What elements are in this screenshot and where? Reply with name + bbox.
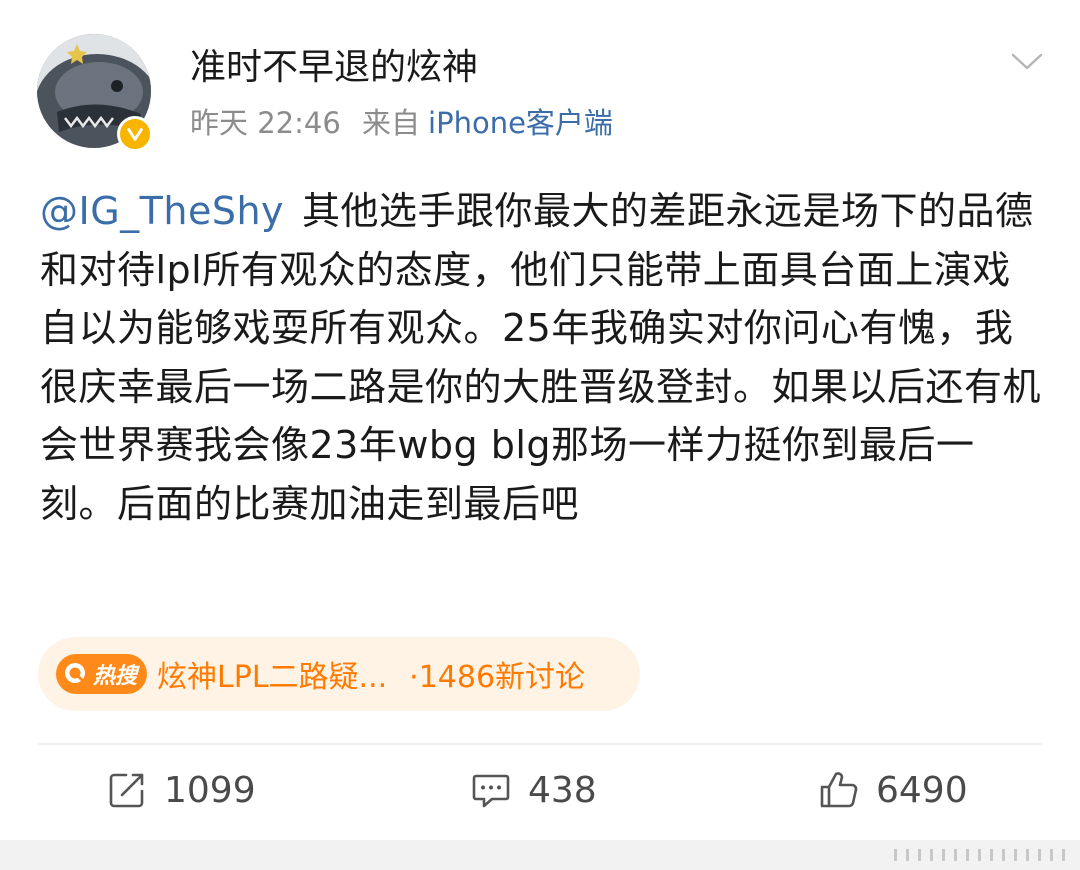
like-count: 6490 [876, 769, 968, 811]
post-text: 其他选手跟你最大的差距永远是场下的品德和对待lpl所有观众的态度，他们只能带上面… [40, 189, 1042, 526]
comment-icon [472, 774, 510, 808]
hot-search-badge-label: 热搜 [93, 664, 138, 689]
divider [38, 743, 1042, 745]
like-button[interactable]: 6490 [818, 765, 968, 815]
hot-search-count: ·1486新讨论 [409, 660, 586, 695]
post-time: 昨天 22:46 [190, 106, 341, 140]
thumbs-up-icon [820, 772, 858, 808]
chevron-down-icon [1011, 53, 1043, 70]
verified-badge-icon [117, 116, 153, 152]
repost-icon [109, 773, 144, 808]
post-source[interactable]: iPhone客户端 [428, 106, 613, 140]
hot-search-badge: 热搜 [56, 654, 148, 694]
repost-count: 1099 [164, 769, 256, 811]
more-options-button[interactable] [1010, 44, 1044, 78]
mention-link[interactable]: @IG_TheShy [40, 189, 284, 233]
search-icon [65, 663, 86, 684]
repost-button[interactable]: 1099 [106, 765, 256, 815]
username[interactable]: 准时不早退的炫神 [190, 44, 478, 92]
hot-search-topic[interactable]: 炫神LPL二路疑... [157, 652, 387, 696]
weibo-post-card: 准时不早退的炫神 昨天 22:46 来自 iPhone客户端 @IG_TheShy… [0, 0, 1080, 840]
source-prefix: 来自 [362, 106, 421, 140]
comment-button[interactable]: 438 [470, 765, 597, 815]
post-content: @IG_TheShy 其他选手跟你最大的差距永远是场下的品德和对待lpl所有观众的… [40, 182, 1045, 533]
post-meta: 昨天 22:46 来自 iPhone客户端 [190, 103, 613, 143]
scroll-indicator [894, 849, 1074, 861]
hot-search-pill[interactable]: 热搜 炫神LPL二路疑... ·1486新讨论 [38, 637, 640, 711]
comment-count: 438 [528, 769, 597, 811]
